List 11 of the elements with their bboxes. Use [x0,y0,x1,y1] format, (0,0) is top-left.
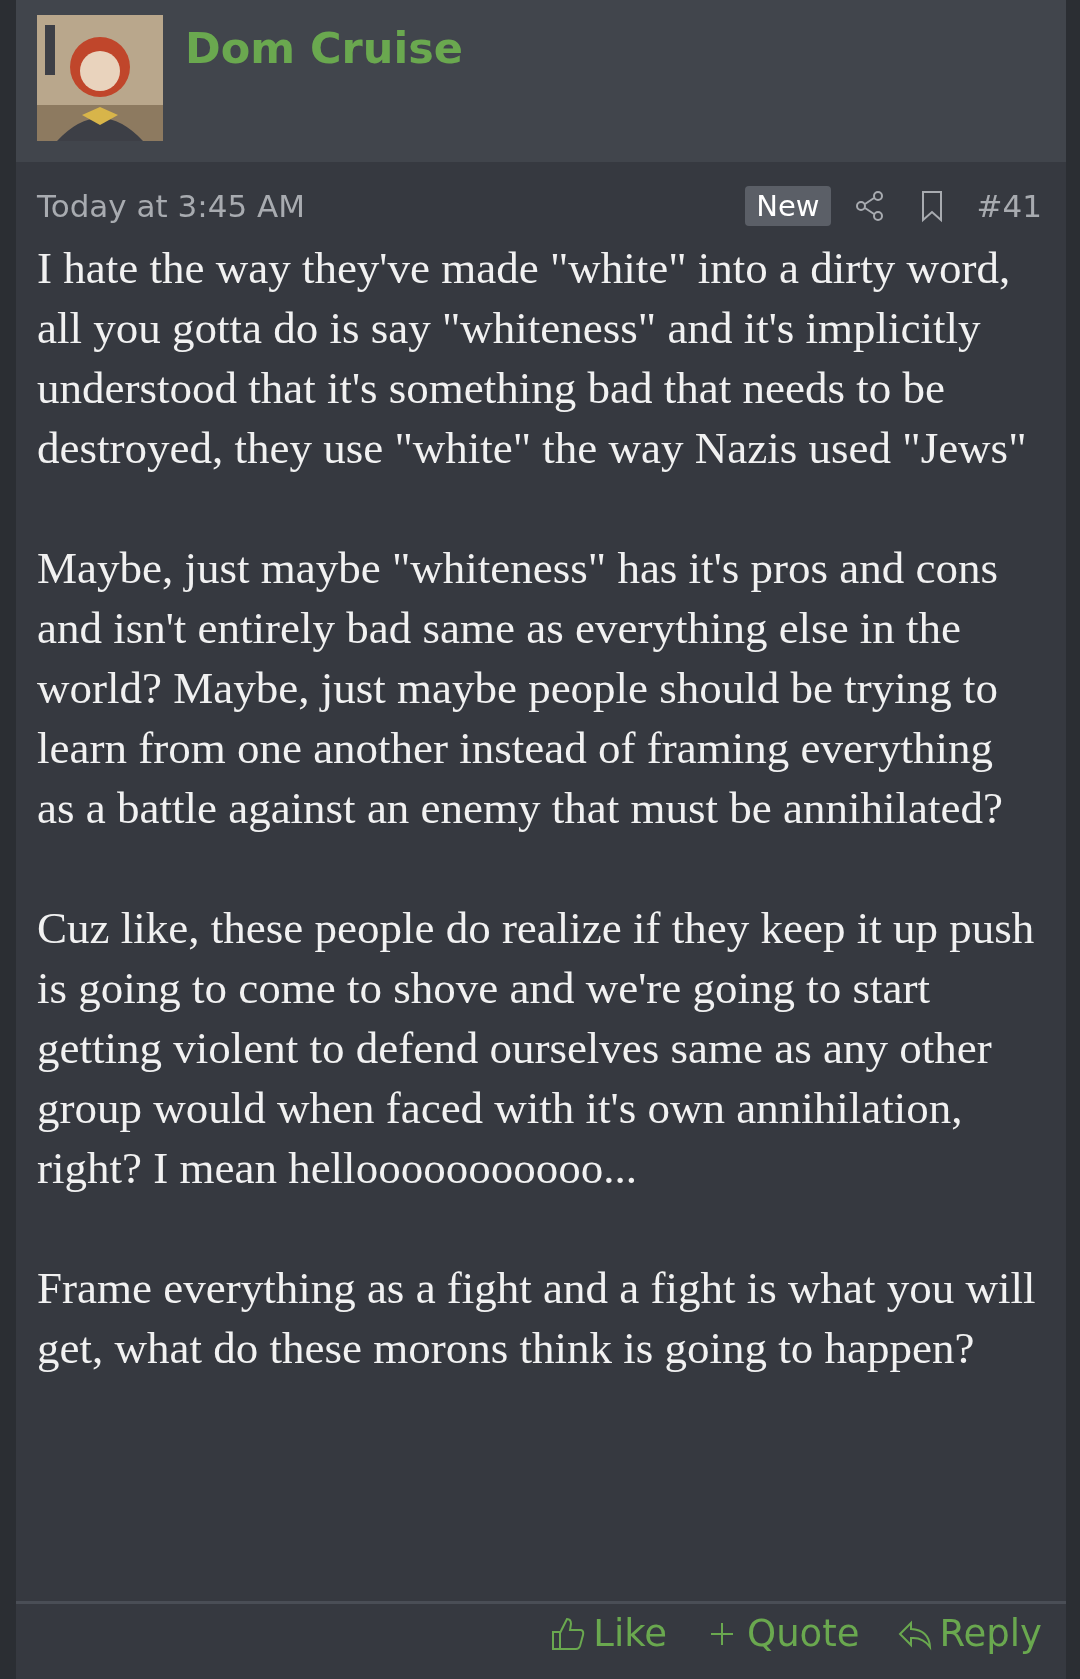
post-paragraph: Frame everything as a fight and a fight is what you will get, what do these morons think is going to happen? [37,1262,1036,1375]
post-paragraph: Maybe, just maybe "whiteness" has it's pros and cons and isn't entirely bad same as everything else in the world? Maybe, just maybe people should be trying to learn from one another instead of framing everything as a battle against an enemy that must be annihilated? [37,542,1004,835]
post-time[interactable]: Today at 3:45 AM [37,188,746,224]
post-paragraph: Cuz like, these people do realize if they keep it up push is going to come to shove and we're going to start getting violent to defend ourselves same as any other group would when faced with it's own annihilation, right? I mean hellooooooooooo... [37,902,1036,1195]
reply-button[interactable]: Reply [895,1612,1042,1655]
new-badge: New [745,186,831,226]
quote-button[interactable]: Quote [703,1612,860,1655]
post-paragraph: I hate the way they've made "white" into a dirty word, all you gotta do is say "whiteness" and it's implicitly understood that it's something bad that needs to be destroyed, they use "white" the way Nazis used "Jews" [37,242,1028,475]
like-button[interactable]: Like [549,1612,668,1655]
author-name[interactable]: Dom Cruise [185,23,463,73]
post-number[interactable]: #41 [976,188,1042,224]
